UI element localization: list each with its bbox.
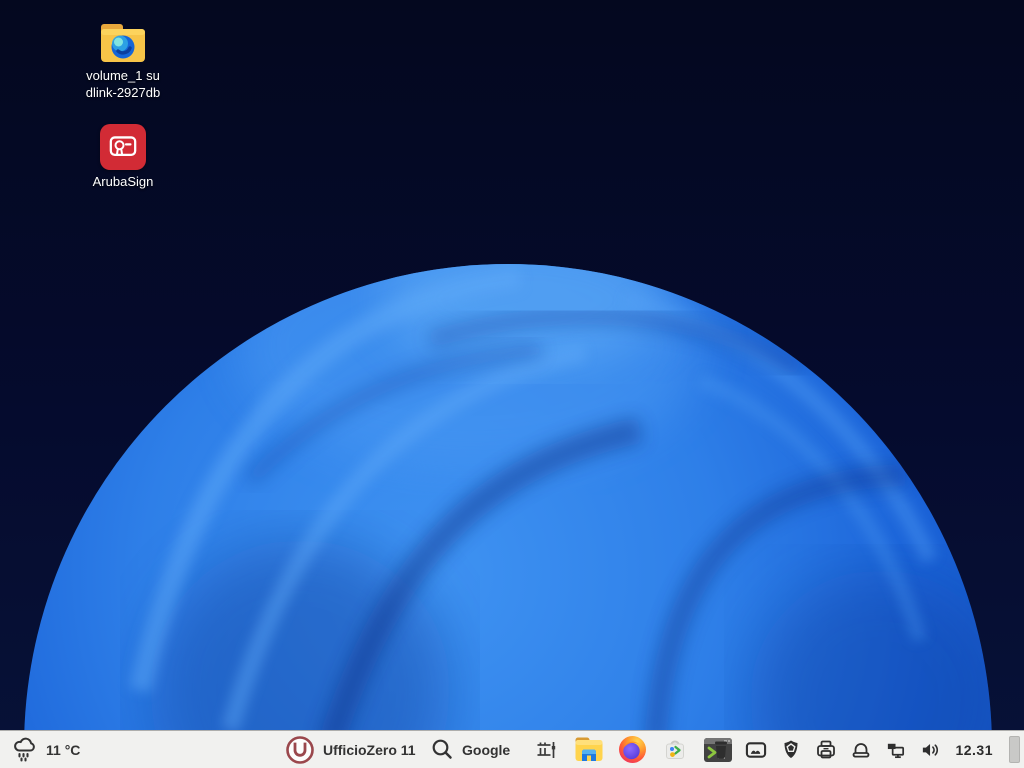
show-desktop-button[interactable]	[1009, 736, 1020, 763]
image-viewer-icon	[745, 740, 767, 760]
volume-applet[interactable]	[920, 733, 942, 767]
trash-icon	[711, 739, 731, 761]
app-menu-label: UfficioZero 11	[323, 742, 416, 758]
taskbar-launchers	[530, 731, 734, 768]
network-icon	[885, 740, 907, 760]
arubasign-app-icon	[100, 124, 146, 170]
taskbar: 11 °C UfficioZero 11 Google	[0, 730, 1024, 768]
file-manager-icon	[574, 736, 604, 763]
desktop-icon-arubasign[interactable]: ArubaSign	[68, 124, 178, 191]
software-store-icon	[661, 736, 689, 764]
launcher-software-store[interactable]	[659, 733, 691, 767]
search-button[interactable]: Google	[431, 731, 510, 768]
weather-temperature: 11 °C	[46, 742, 80, 758]
disk-applet[interactable]	[850, 733, 872, 767]
search-icon	[431, 738, 454, 761]
launcher-firefox[interactable]	[616, 733, 648, 767]
launcher-workspace-switcher[interactable]	[530, 733, 562, 767]
desktop-icon-label: ArubaSign	[93, 174, 154, 191]
printer-applet[interactable]	[815, 733, 837, 767]
app-menu-button[interactable]: UfficioZero 11	[285, 731, 416, 768]
desktop-wallpaper	[0, 0, 1024, 768]
trash-applet[interactable]	[710, 733, 732, 767]
image-viewer-applet[interactable]	[745, 733, 767, 767]
printer-icon	[815, 739, 837, 760]
search-label: Google	[462, 742, 510, 758]
system-tray: 12.31	[710, 731, 1020, 768]
certificate-icon	[103, 127, 143, 167]
workspace-switcher-icon	[534, 738, 558, 762]
weather-widget[interactable]: 11 °C	[12, 731, 80, 768]
network-folder-icon	[99, 22, 147, 64]
desktop-icon-network-volume[interactable]: volume_1 su dlink-2927db	[68, 22, 178, 102]
firefox-icon	[618, 735, 647, 764]
rain-cloud-icon	[12, 736, 39, 763]
shield-icon	[781, 739, 801, 760]
ufficiozero-logo-icon	[285, 735, 315, 765]
volume-icon	[920, 740, 942, 760]
launcher-file-manager[interactable]	[573, 733, 605, 767]
desktop-icon-label: volume_1 su dlink-2927db	[86, 68, 160, 102]
clock[interactable]: 12.31	[955, 742, 993, 758]
network-applet[interactable]	[885, 733, 907, 767]
disk-icon	[850, 740, 872, 760]
security-shield-applet[interactable]	[780, 733, 802, 767]
